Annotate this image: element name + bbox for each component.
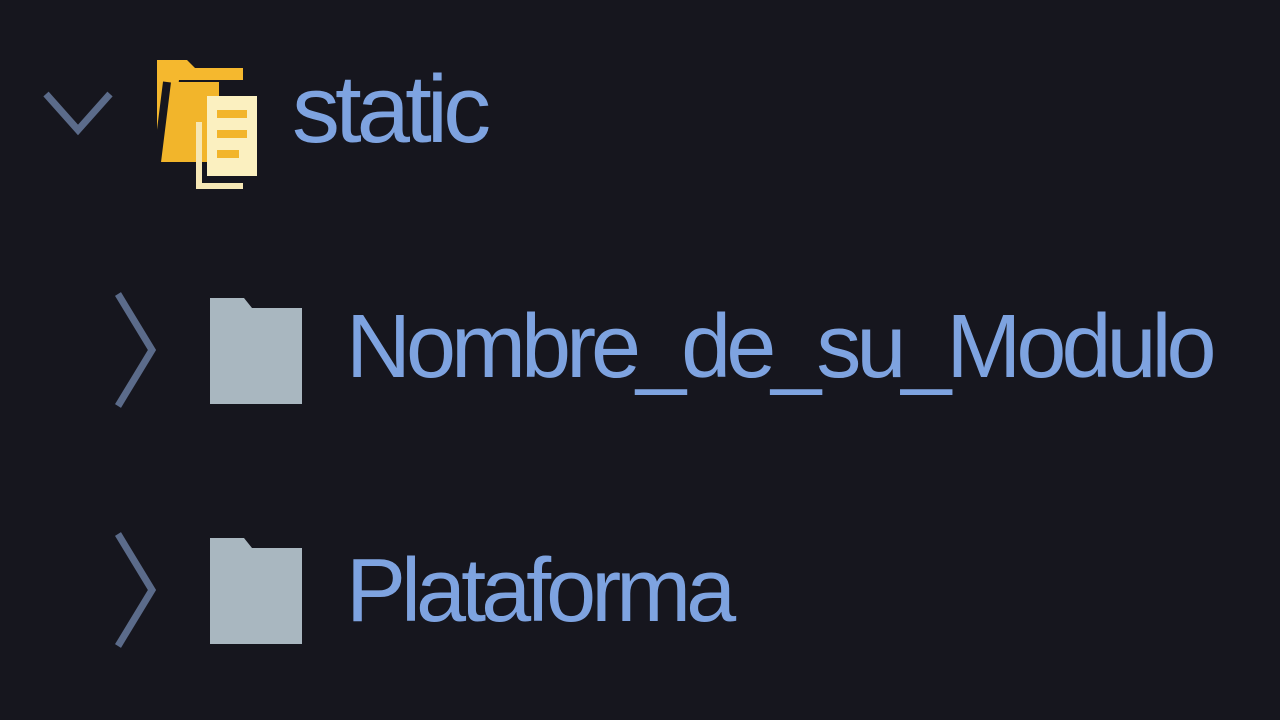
folder-icon <box>210 298 302 404</box>
folder-open-static-icon <box>155 60 257 189</box>
folder-icon <box>210 538 302 644</box>
chevron-right-icon[interactable] <box>110 288 160 412</box>
chevron-down-icon[interactable] <box>42 82 114 142</box>
tree-item-label: Nombre_de_su_Modulo <box>346 297 1217 397</box>
tree-item-label: static <box>292 56 491 163</box>
chevron-right-icon[interactable] <box>110 528 160 652</box>
tree-item-static[interactable]: static <box>0 10 1280 210</box>
tree-item-plataforma[interactable]: Plataforma <box>0 490 1280 690</box>
tree-item-label: Plataforma <box>346 541 736 641</box>
tree-item-nombre-de-su-modulo[interactable]: Nombre_de_su_Modulo <box>0 250 1280 450</box>
